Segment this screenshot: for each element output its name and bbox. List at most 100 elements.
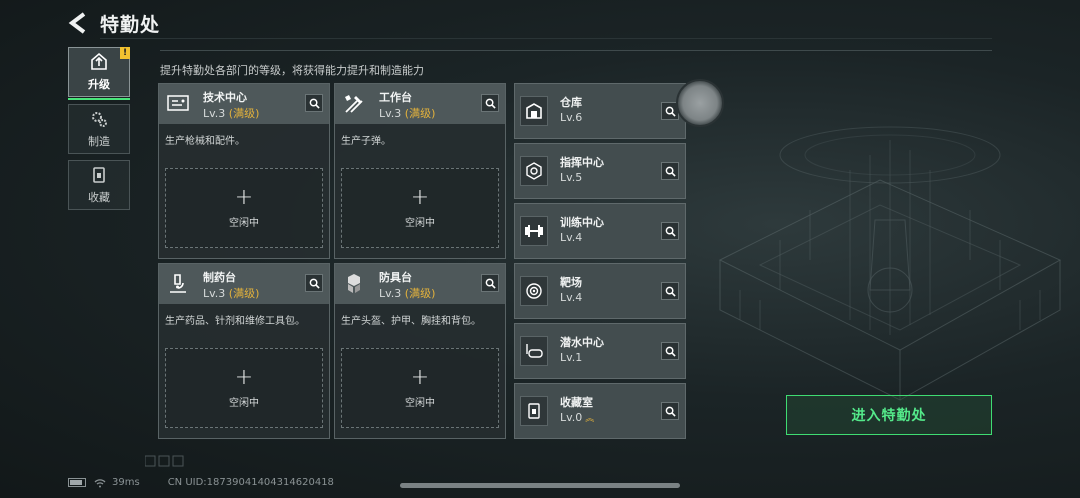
- wifi-icon: [94, 478, 106, 487]
- slot-status: 空闲中: [229, 397, 259, 409]
- production-slot[interactable]: + 空闲中: [165, 348, 323, 428]
- magnifier-icon: [665, 286, 676, 297]
- floating-touch-button[interactable]: [676, 79, 724, 127]
- magnifier-icon: [665, 166, 676, 177]
- magnifier-icon: [665, 226, 676, 237]
- inspect-button[interactable]: [661, 342, 679, 360]
- upgrade-available-icon: ︽: [585, 414, 595, 424]
- network-latency: 39ms: [112, 477, 140, 488]
- status-bar: 39ms CN UID:18739041404314620418: [68, 477, 334, 488]
- nav-tab-label: 收藏: [88, 191, 110, 204]
- back-arrow-icon[interactable]: [66, 11, 90, 35]
- upgrade-icon: [91, 52, 107, 70]
- tech-center-icon: [167, 95, 189, 111]
- facility-level: Lv.3 (满级): [203, 287, 260, 300]
- facility-description: 生产头盔、护甲、胸挂和背包。: [341, 316, 481, 327]
- facility-row-shooting-range[interactable]: 靶场 Lv.4: [514, 263, 686, 319]
- page-subtitle: 提升特勤处各部门的等级，将获得能力提升和制造能力: [160, 64, 424, 77]
- page-title: 特勤处: [100, 14, 161, 36]
- facility-level: Lv.3 (满级): [379, 107, 436, 120]
- facility-card-armor-bench: 防具台 Lv.3 (满级) 生产头盔、护甲、胸挂和背包。 + 空闲中: [334, 263, 506, 439]
- inspect-button[interactable]: [305, 94, 323, 112]
- facility-name: 仓库: [560, 96, 582, 109]
- enter-base-button[interactable]: 进入特勤处: [786, 395, 992, 435]
- facility-row-command-center[interactable]: 指挥中心 Lv.5: [514, 143, 686, 199]
- facility-row-diving-center[interactable]: 潜水中心 Lv.1: [514, 323, 686, 379]
- facility-name: 防具台: [379, 271, 412, 284]
- production-slot[interactable]: + 空闲中: [341, 348, 499, 428]
- magnifier-icon: [665, 106, 676, 117]
- facility-description: 生产枪械和配件。: [165, 136, 245, 147]
- magnifier-icon: [665, 346, 676, 357]
- facility-card-pharmacy: 制药台 Lv.3 (满级) 生产药品、针剂和维修工具包。 + 空闲中: [158, 263, 330, 439]
- home-indicator[interactable]: [400, 483, 680, 488]
- facility-name: 靶场: [560, 276, 582, 289]
- facility-name: 技术中心: [203, 91, 247, 104]
- facility-name: 制药台: [203, 271, 236, 284]
- warehouse-icon: [520, 96, 548, 126]
- nav-tab-upgrade[interactable]: ! 升级: [68, 47, 130, 100]
- facility-level: Lv.6: [560, 111, 583, 124]
- inspect-button[interactable]: [661, 222, 679, 240]
- plus-icon: +: [234, 184, 254, 210]
- inspect-button[interactable]: [661, 162, 679, 180]
- dumbbell-icon: [520, 216, 548, 246]
- inspect-button[interactable]: [305, 274, 323, 292]
- production-slot[interactable]: + 空闲中: [165, 168, 323, 248]
- collection-jar-icon: [520, 396, 548, 426]
- facility-row-training-center[interactable]: 训练中心 Lv.4: [514, 203, 686, 259]
- command-center-icon: [520, 156, 548, 186]
- collection-jar-icon: [93, 167, 105, 183]
- facility-level: Lv.4: [560, 231, 583, 244]
- card-header: 技术中心 Lv.3 (满级): [159, 84, 329, 124]
- facility-name: 收藏室: [560, 396, 593, 409]
- facility-level: Lv.1: [560, 351, 583, 364]
- facility-level: Lv.3 (满级): [379, 287, 436, 300]
- slot-status: 空闲中: [405, 397, 435, 409]
- nav-tab-label: 升级: [88, 78, 110, 91]
- facility-row-collection-room[interactable]: 收藏室 Lv.0 ︽: [514, 383, 686, 439]
- plus-icon: +: [410, 364, 430, 390]
- magnifier-icon: [309, 98, 320, 109]
- nav-tab-label: 制造: [88, 135, 110, 148]
- nav-tab-collection[interactable]: 收藏: [68, 160, 130, 210]
- inspect-button[interactable]: [481, 274, 499, 292]
- inspect-button[interactable]: [661, 402, 679, 420]
- magnifier-icon: [485, 278, 496, 289]
- diving-mask-icon: [520, 336, 548, 366]
- facility-level: Lv.5: [560, 171, 583, 184]
- magnifier-icon: [665, 406, 676, 417]
- user-uid: CN UID:18739041404314620418: [167, 477, 334, 488]
- facility-description: 生产药品、针剂和维修工具包。: [165, 316, 305, 327]
- card-header: 制药台 Lv.3 (满级): [159, 264, 329, 304]
- plus-icon: +: [410, 184, 430, 210]
- production-slot[interactable]: + 空闲中: [341, 168, 499, 248]
- slot-status: 空闲中: [405, 217, 435, 229]
- facility-level: Lv.3 (满级): [203, 107, 260, 120]
- facility-row-warehouse[interactable]: 仓库 Lv.6: [514, 83, 686, 139]
- facility-description: 生产子弹。: [341, 136, 391, 147]
- microscope-icon: [170, 274, 186, 293]
- facility-name: 潜水中心: [560, 336, 604, 349]
- card-header: 防具台 Lv.3 (满级): [335, 264, 505, 304]
- facility-card-workbench: 工作台 Lv.3 (满级) 生产子弹。 + 空闲中: [334, 83, 506, 259]
- battery-icon: [68, 478, 86, 487]
- facility-card-tech-center: 技术中心 Lv.3 (满级) 生产枪械和配件。 + 空闲中: [158, 83, 330, 259]
- notification-badge: !: [120, 47, 130, 59]
- gears-icon: [92, 112, 107, 127]
- facility-level: Lv.0 ︽: [560, 411, 595, 424]
- facility-name: 指挥中心: [560, 156, 604, 169]
- card-header: 工作台 Lv.3 (满级): [335, 84, 505, 124]
- armor-blocks-icon: [348, 274, 360, 293]
- facility-name: 工作台: [379, 91, 412, 104]
- magnifier-icon: [485, 98, 496, 109]
- nav-tab-craft[interactable]: 制造: [68, 104, 130, 154]
- decorative-squares: [145, 455, 184, 467]
- magnifier-icon: [309, 278, 320, 289]
- plus-icon: +: [234, 364, 254, 390]
- subtitle-divider: [160, 50, 992, 51]
- inspect-button[interactable]: [661, 282, 679, 300]
- inspect-button[interactable]: [481, 94, 499, 112]
- target-icon: [520, 276, 548, 306]
- slot-status: 空闲中: [229, 217, 259, 229]
